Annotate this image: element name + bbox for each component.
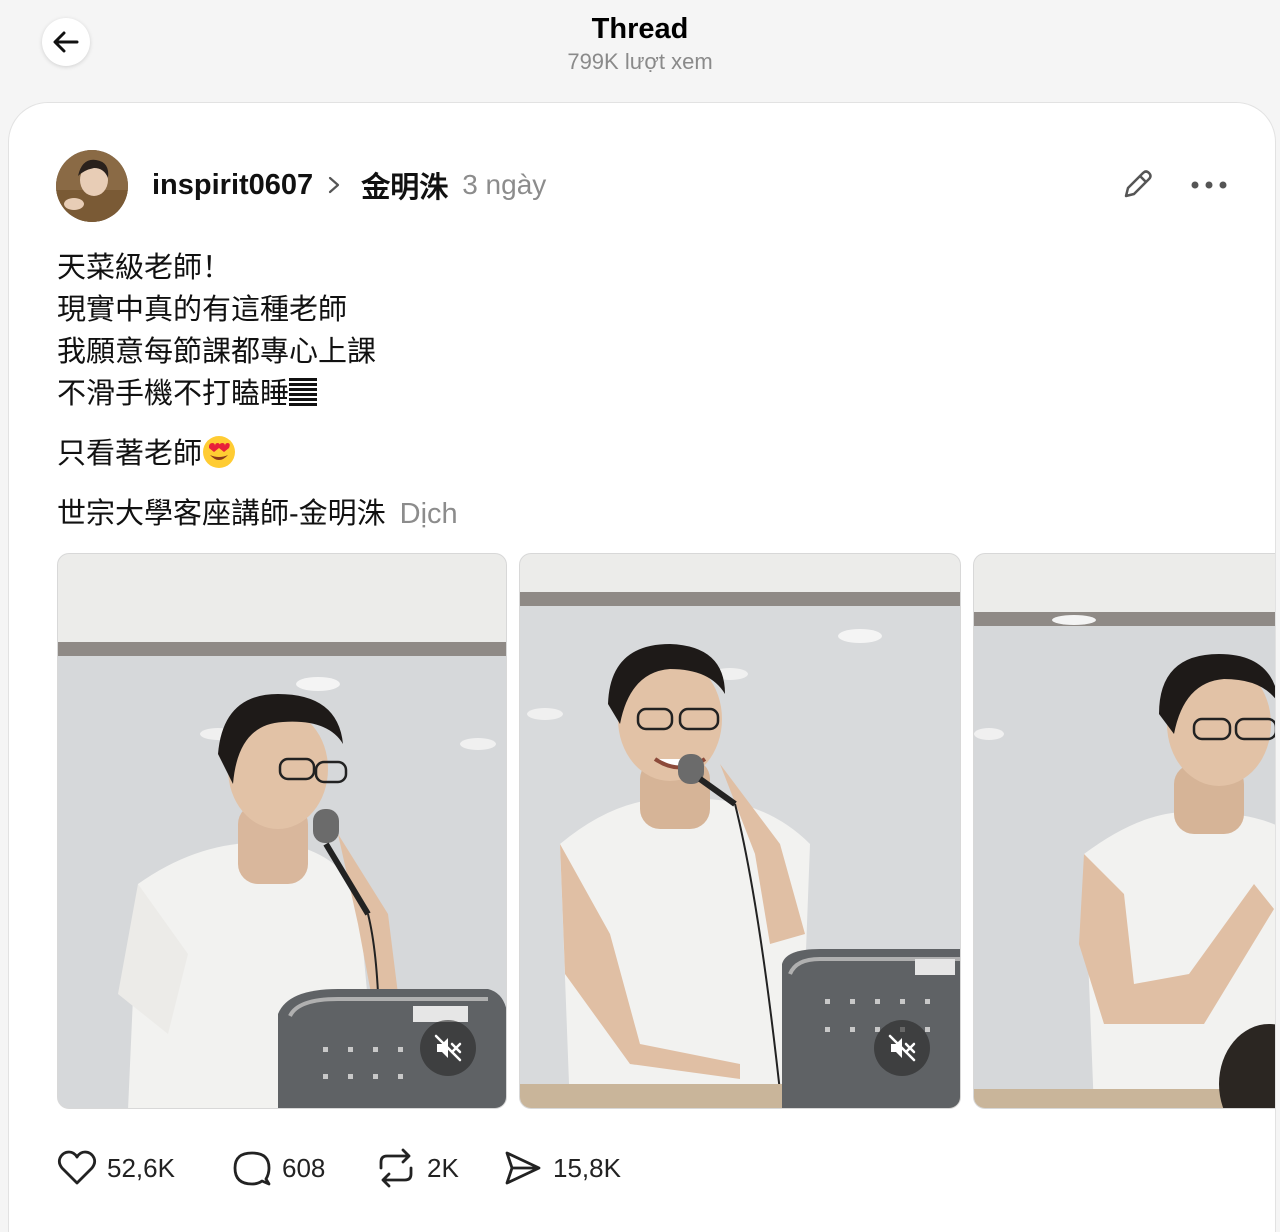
post-text-line: 我願意每節課都專心上課 bbox=[57, 336, 377, 368]
repost-icon bbox=[379, 1148, 413, 1188]
share-count: 15,8K bbox=[553, 1152, 621, 1183]
mute-toggle-button[interactable] bbox=[874, 1020, 930, 1076]
send-icon bbox=[505, 1151, 541, 1185]
username-link[interactable]: inspirit0607 bbox=[152, 169, 313, 202]
avatar[interactable] bbox=[56, 150, 128, 222]
speaker-muted-icon bbox=[888, 1034, 916, 1062]
post-body: 天菜級老師！ 現實中真的有這種老師 我願意每節課都專心上課 不滑手機不打瞌睡 只… bbox=[57, 247, 1157, 535]
video-thumbnail[interactable] bbox=[519, 553, 961, 1109]
mute-toggle-button[interactable] bbox=[420, 1020, 476, 1076]
chevron-right-icon bbox=[327, 175, 347, 195]
comment-button[interactable]: 608 bbox=[232, 1143, 325, 1193]
post-time[interactable]: 3 ngày bbox=[462, 169, 546, 201]
post-header: inspirit0607 金明洙 3 ngày bbox=[152, 165, 546, 205]
post-text-line-with-translate: 世宗大學客座講師-金明洙 Dịch bbox=[57, 493, 1157, 535]
repost-count: 2K bbox=[427, 1152, 459, 1183]
top-bar: Thread 799K lượt xem bbox=[0, 0, 1280, 100]
speaker-muted-icon bbox=[434, 1034, 462, 1062]
video-frame bbox=[974, 554, 1275, 1108]
heart-eyes-emoji-icon bbox=[203, 436, 236, 468]
share-button[interactable]: 15,8K bbox=[503, 1143, 621, 1193]
view-count: 799K lượt xem bbox=[567, 49, 713, 74]
pencil-icon bbox=[1124, 170, 1152, 198]
comment-bubble-icon bbox=[233, 1151, 271, 1186]
action-bar: 52,6K 608 2K 15,8K bbox=[57, 1143, 757, 1193]
post-text-line: 不滑手機不打瞌睡 bbox=[57, 378, 290, 410]
ellipsis-icon bbox=[1191, 181, 1227, 189]
like-button[interactable]: 52,6K bbox=[57, 1143, 175, 1193]
page-title: Thread bbox=[591, 13, 689, 45]
post-text-line: 現實中真的有這種老師 bbox=[57, 294, 348, 326]
media-carousel[interactable] bbox=[57, 553, 1275, 1109]
more-options-button[interactable] bbox=[1187, 165, 1231, 205]
post-text-line: 天菜級老師！ bbox=[57, 252, 232, 284]
post-text-line-with-emoji: 只看著老師 bbox=[57, 433, 1157, 475]
edit-button[interactable] bbox=[1117, 165, 1157, 205]
heart-icon bbox=[57, 1150, 97, 1185]
horizontal-bars-icon bbox=[289, 378, 318, 406]
tagged-user-link[interactable]: 金明洙 bbox=[361, 164, 448, 206]
post-text-line-with-glyph: 不滑手機不打瞌睡 bbox=[57, 373, 1157, 415]
post-text-line: 世宗大學客座講師-金明洙 bbox=[57, 498, 386, 530]
comment-count: 608 bbox=[282, 1152, 326, 1183]
repost-button[interactable]: 2K bbox=[375, 1143, 459, 1193]
avatar-image bbox=[56, 150, 128, 222]
post-card: inspirit0607 金明洙 3 ngày 天菜級老師！ 現實中真的有這種老… bbox=[8, 102, 1276, 1232]
title-block: Thread 799K lượt xem bbox=[0, 10, 1280, 76]
translate-link[interactable]: Dịch bbox=[400, 498, 458, 530]
video-thumbnail[interactable] bbox=[973, 553, 1275, 1109]
video-thumbnail[interactable] bbox=[57, 553, 507, 1109]
post-text-line: 只看著老師 bbox=[57, 438, 203, 470]
like-count: 52,6K bbox=[107, 1152, 175, 1183]
